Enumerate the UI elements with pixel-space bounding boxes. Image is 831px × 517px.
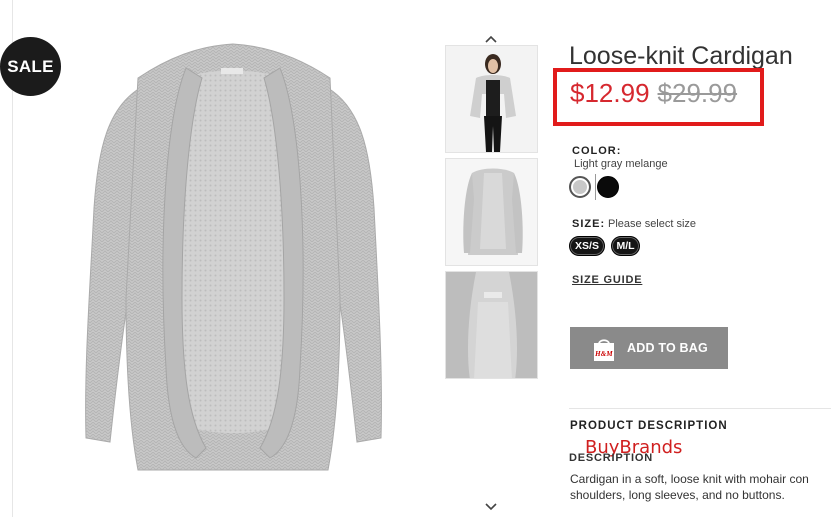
shopping-bag-icon: H&M [592,336,616,362]
thumbnail-model[interactable] [445,45,538,153]
price-highlight-box [553,68,764,126]
description-line-2: shoulders, long sleeves, and no buttons. [570,488,785,502]
color-swatch-black[interactable] [595,174,619,200]
size-option-m-l[interactable]: M/L [611,236,640,256]
size-hint: Please select size [608,218,697,230]
size-guide-link[interactable]: SIZE GUIDE [572,274,642,286]
thumbnails-down-arrow-icon[interactable] [484,502,498,512]
sale-badge: SALE [0,37,61,96]
product-description-heading: PRODUCT DESCRIPTION [570,420,728,432]
thumbnails-up-arrow-icon[interactable] [484,34,498,44]
svg-text:H&M: H&M [594,350,613,358]
size-label-text: SIZE: [572,218,606,230]
size-label: SIZE: [572,218,605,230]
description-heading: DESCRIPTION [569,452,653,464]
add-to-bag-label: ADD TO BAG [627,341,708,355]
description-text: Cardigan in a soft, loose knit with moha… [570,471,831,503]
selected-color: Light gray melange [574,158,668,170]
description-line-1: Cardigan in a soft, loose knit with moha… [570,472,809,486]
product-title: Loose-knit Cardigan [569,42,793,70]
thumbnail-detail[interactable] [445,271,538,379]
color-label: COLOR: [572,145,622,157]
section-divider [569,408,831,409]
main-product-image[interactable] [78,38,388,478]
size-option-xs-s[interactable]: XS/S [569,236,605,256]
color-swatch-light-gray[interactable] [569,176,591,198]
add-to-bag-button[interactable]: H&M ADD TO BAG [570,327,728,369]
thumbnail-front[interactable] [445,158,538,266]
